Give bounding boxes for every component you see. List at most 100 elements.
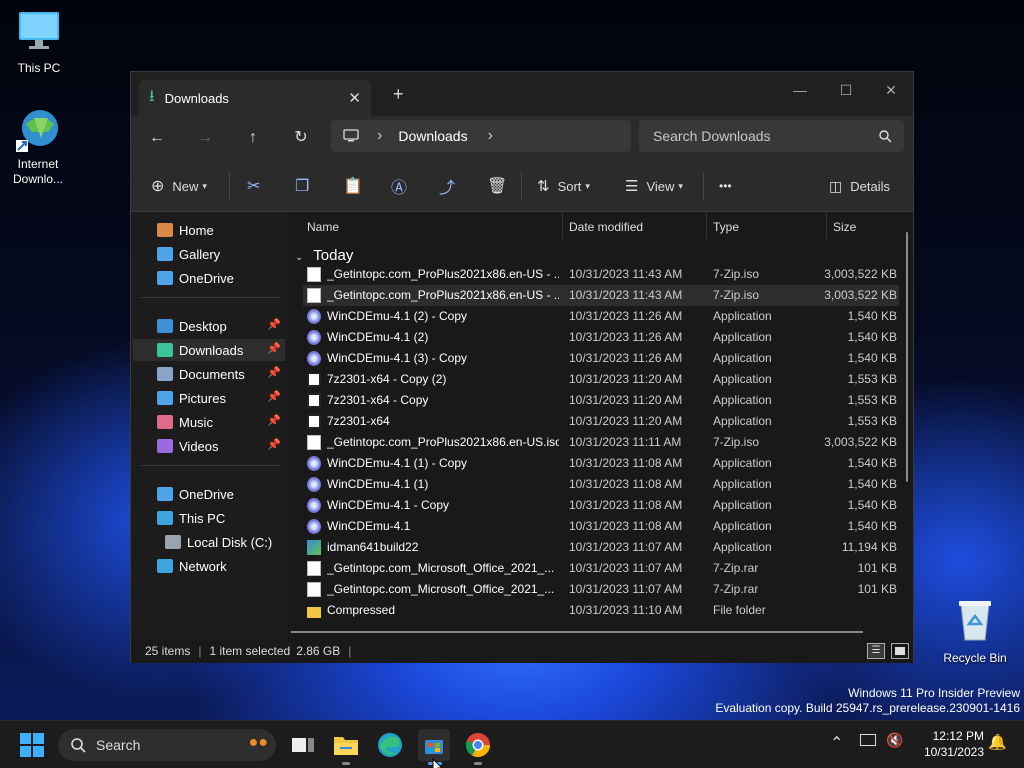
file-row[interactable]: 7z2301-x64 10/31/2023 11:20 AM Application…	[303, 411, 899, 432]
forward-button[interactable]: →	[191, 126, 219, 150]
store-taskbar-button[interactable]	[418, 729, 450, 761]
status-separator: |	[348, 644, 352, 658]
column-header-type[interactable]: Type	[713, 213, 739, 241]
file-row[interactable]: WinCDEmu-4.1 (2) 10/31/2023 11:26 AM Appli…	[303, 327, 899, 348]
file-row[interactable]: WinCDEmu-4.1 (3) - Copy 10/31/2023 11:26 …	[303, 348, 899, 369]
new-tab-button[interactable]: +	[393, 84, 404, 105]
file-name: idman641build22	[327, 540, 419, 554]
start-button[interactable]	[16, 729, 48, 761]
sidebar-item-pictures[interactable]: Pictures 📌	[133, 387, 285, 409]
share-button[interactable]: ⤴	[439, 174, 455, 198]
file-row[interactable]: _Getintopc.com_Microsoft_Office_2021_...…	[303, 558, 899, 579]
show-hidden-icons-button[interactable]: ⌃	[830, 733, 843, 753]
maximize-button[interactable]: ☐	[823, 76, 869, 104]
cut-button[interactable]: ✂	[247, 174, 260, 198]
taskbar-search[interactable]: Search ●●	[58, 729, 276, 761]
clock-time[interactable]: 12:12 PM	[918, 729, 984, 743]
close-tab-button[interactable]: ✕	[348, 89, 361, 107]
up-button[interactable]: ↑	[239, 126, 267, 150]
sidebar-item-music[interactable]: Music 📌	[133, 411, 285, 433]
navigation-pane: Home Gallery OneDrive Desktop 📌 Downloads 📌 Doc…	[131, 213, 288, 639]
file-name: WinCDEmu-4.1 (2) - Copy	[327, 309, 468, 323]
file-icon	[307, 561, 321, 576]
sidebar-item-downloads[interactable]: Downloads 📌	[133, 339, 285, 361]
file-row[interactable]: _Getintopc.com_ProPlus2021x86.en-US - ..…	[303, 264, 899, 285]
sidebar-item-home[interactable]: Home	[133, 219, 285, 241]
file-explorer-taskbar-button[interactable]	[330, 729, 362, 761]
more-options-button[interactable]: •••	[719, 174, 732, 198]
chevron-right-icon[interactable]: ›	[377, 127, 382, 145]
file-row[interactable]: 7z2301-x64 - Copy 10/31/2023 11:20 AM Appl…	[303, 390, 899, 411]
file-row[interactable]: WinCDEmu-4.1 - Copy 10/31/2023 11:08 AM Ap…	[303, 495, 899, 516]
sidebar-item-local-disk-c[interactable]: Local Disk (C:)	[133, 531, 285, 553]
trash-icon: 🗑	[487, 178, 508, 195]
file-row[interactable]: _Getintopc.com_ProPlus2021x86.en-US.iso 1…	[303, 432, 899, 453]
pin-icon: 📌	[267, 439, 281, 451]
sort-icon: ⇅	[537, 178, 550, 195]
network-status-icon[interactable]	[860, 734, 876, 746]
column-header-date[interactable]: Date modified	[569, 213, 643, 241]
search-input[interactable]: Search Downloads	[639, 120, 904, 152]
details-view-button[interactable]: ☰	[867, 643, 885, 659]
sidebar-item-onedrive[interactable]: OneDrive	[133, 483, 285, 505]
file-list: Name Date modified Type Size ⌄ Today _Ge…	[289, 213, 913, 639]
notification-bell-icon[interactable]: 🔔	[988, 733, 1007, 751]
watermark-line-2: Evaluation copy. Build 25947.rs_prerelea…	[715, 701, 1020, 715]
file-row[interactable]: Compressed 10/31/2023 11:10 AM File folder	[303, 600, 899, 621]
file-row[interactable]: 7z2301-x64 - Copy (2) 10/31/2023 11:20 AM…	[303, 369, 899, 390]
sidebar-item-onedrive[interactable]: OneDrive	[133, 267, 285, 289]
paste-button[interactable]: 📋	[343, 174, 363, 198]
file-row[interactable]: WinCDEmu-4.1 10/31/2023 11:08 AM Applicati…	[303, 516, 899, 537]
file-row[interactable]: WinCDEmu-4.1 (1) - Copy 10/31/2023 11:08 …	[303, 453, 899, 474]
sidebar-item-documents[interactable]: Documents 📌	[133, 363, 285, 385]
chevron-right-icon[interactable]: ›	[488, 127, 493, 145]
horizontal-scrollbar[interactable]	[291, 631, 863, 633]
sidebar-item-desktop[interactable]: Desktop 📌	[133, 315, 285, 337]
sidebar-item-gallery[interactable]: Gallery	[133, 243, 285, 265]
desktop-icon-this-pc[interactable]: This PC	[1, 10, 77, 75]
monitor-icon	[19, 12, 59, 49]
rename-icon: Ⓐ	[391, 180, 408, 197]
clock-date[interactable]: 10/31/2023	[912, 745, 984, 759]
file-type: Application	[713, 456, 772, 470]
volume-muted-icon[interactable]: 🔇	[886, 732, 903, 749]
edge-taskbar-button[interactable]	[374, 729, 406, 761]
breadcrumb-downloads[interactable]: Downloads	[398, 128, 467, 144]
close-window-button[interactable]: ✕	[868, 76, 914, 104]
file-row[interactable]: WinCDEmu-4.1 (1) 10/31/2023 11:08 AM Appli…	[303, 474, 899, 495]
refresh-button[interactable]: ↻	[287, 126, 315, 150]
address-bar[interactable]: › Downloads ›	[331, 120, 631, 152]
file-row[interactable]: _Getintopc.com_ProPlus2021x86.en-US - ..…	[303, 285, 899, 306]
sort-button[interactable]: ⇅ Sort ▾	[537, 174, 590, 198]
7zip-icon	[307, 372, 321, 387]
status-separator: |	[198, 644, 202, 658]
file-row[interactable]: _Getintopc.com_Microsoft_Office_2021_...…	[303, 579, 899, 600]
file-date: 10/31/2023 11:08 AM	[569, 519, 683, 533]
chrome-taskbar-button[interactable]	[462, 729, 494, 761]
sidebar-item-videos[interactable]: Videos 📌	[133, 435, 285, 457]
rename-button[interactable]: Ⓐ	[391, 174, 407, 198]
desktop-icon-recycle-bin[interactable]: Recycle Bin	[937, 598, 1013, 665]
file-name: WinCDEmu-4.1 (1) - Copy	[327, 456, 468, 470]
minimize-button[interactable]: —	[777, 76, 823, 104]
new-button[interactable]: ⊕ New ▾	[151, 174, 207, 198]
vertical-scrollbar[interactable]	[906, 232, 908, 482]
tiles-view-icon	[895, 647, 905, 655]
view-button[interactable]: ☰ View ▾	[625, 174, 683, 198]
task-view-button[interactable]	[286, 729, 318, 761]
group-header-today[interactable]: ⌄ Today	[295, 247, 353, 264]
column-header-size[interactable]: Size	[833, 213, 856, 241]
back-button[interactable]: ←	[143, 126, 171, 150]
sidebar-item-this-pc[interactable]: This PC	[133, 507, 285, 529]
sidebar-item-label: Home	[179, 222, 214, 238]
file-row[interactable]: WinCDEmu-4.1 (2) - Copy 10/31/2023 11:26 …	[303, 306, 899, 327]
column-header-name[interactable]: Name	[307, 213, 339, 241]
copy-button[interactable]: ❐	[295, 174, 309, 198]
desktop-icon-internet-download-manager[interactable]: Internet Downlo...	[0, 106, 76, 187]
tiles-view-button[interactable]	[891, 643, 909, 659]
delete-button[interactable]: 🗑	[487, 174, 507, 198]
details-pane-button[interactable]: ◫ Details	[829, 174, 890, 198]
file-row[interactable]: idman641build22 10/31/2023 11:07 AM Applic…	[303, 537, 899, 558]
sidebar-item-network[interactable]: Network	[133, 555, 285, 577]
tab-downloads[interactable]: ⭳ Downloads ✕	[139, 80, 371, 116]
